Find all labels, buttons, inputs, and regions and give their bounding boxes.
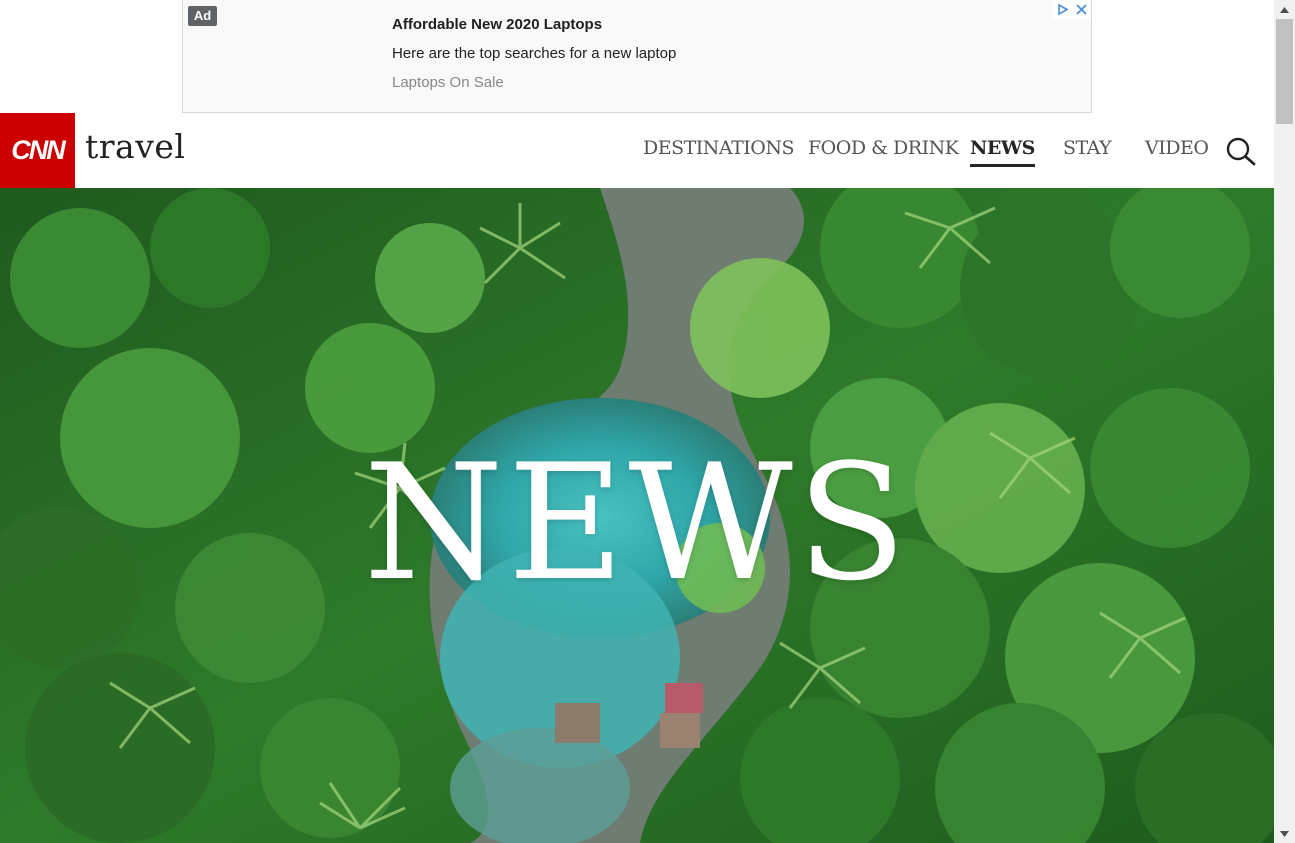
site-header: CNN travel DESTINATIONS FOOD & DRINK NEW… (0, 113, 1274, 188)
ad-close-icon[interactable] (1072, 0, 1091, 19)
nav-video[interactable]: VIDEO (1145, 137, 1209, 159)
ad-controls (1053, 0, 1091, 20)
nav-news-label: NEWS (970, 137, 1035, 159)
nav-stay[interactable]: STAY (1063, 137, 1112, 159)
ad-box[interactable]: Ad Affordable New 2020 Laptops Here are … (182, 0, 1092, 113)
ad-badge: Ad (188, 6, 217, 26)
brand-name[interactable]: travel (85, 127, 185, 166)
nav-destinations[interactable]: DESTINATIONS (643, 137, 795, 159)
hero-title: NEWS (363, 429, 911, 616)
ad-info-icon[interactable] (1053, 0, 1072, 19)
active-nav-underline (970, 164, 1035, 167)
scroll-up-arrow-icon[interactable] (1274, 1, 1295, 18)
ad-description: Here are the top searches for a new lapt… (392, 45, 677, 62)
ad-link[interactable]: Laptops On Sale (392, 74, 504, 91)
scroll-thumb[interactable] (1276, 19, 1293, 124)
cnn-logo[interactable]: CNN (0, 113, 75, 188)
logo-text: CNN (11, 135, 65, 165)
scroll-down-arrow-icon[interactable] (1274, 825, 1295, 842)
scrollbar[interactable] (1274, 0, 1295, 843)
search-icon (1226, 137, 1256, 166)
nav-news[interactable]: NEWS (970, 137, 1035, 167)
hero-section: NEWS (0, 188, 1274, 843)
ad-title[interactable]: Affordable New 2020 Laptops (392, 16, 602, 33)
search-button[interactable] (1225, 136, 1257, 168)
ad-banner: Ad Affordable New 2020 Laptops Here are … (0, 0, 1274, 113)
nav-food-drink[interactable]: FOOD & DRINK (808, 137, 959, 159)
